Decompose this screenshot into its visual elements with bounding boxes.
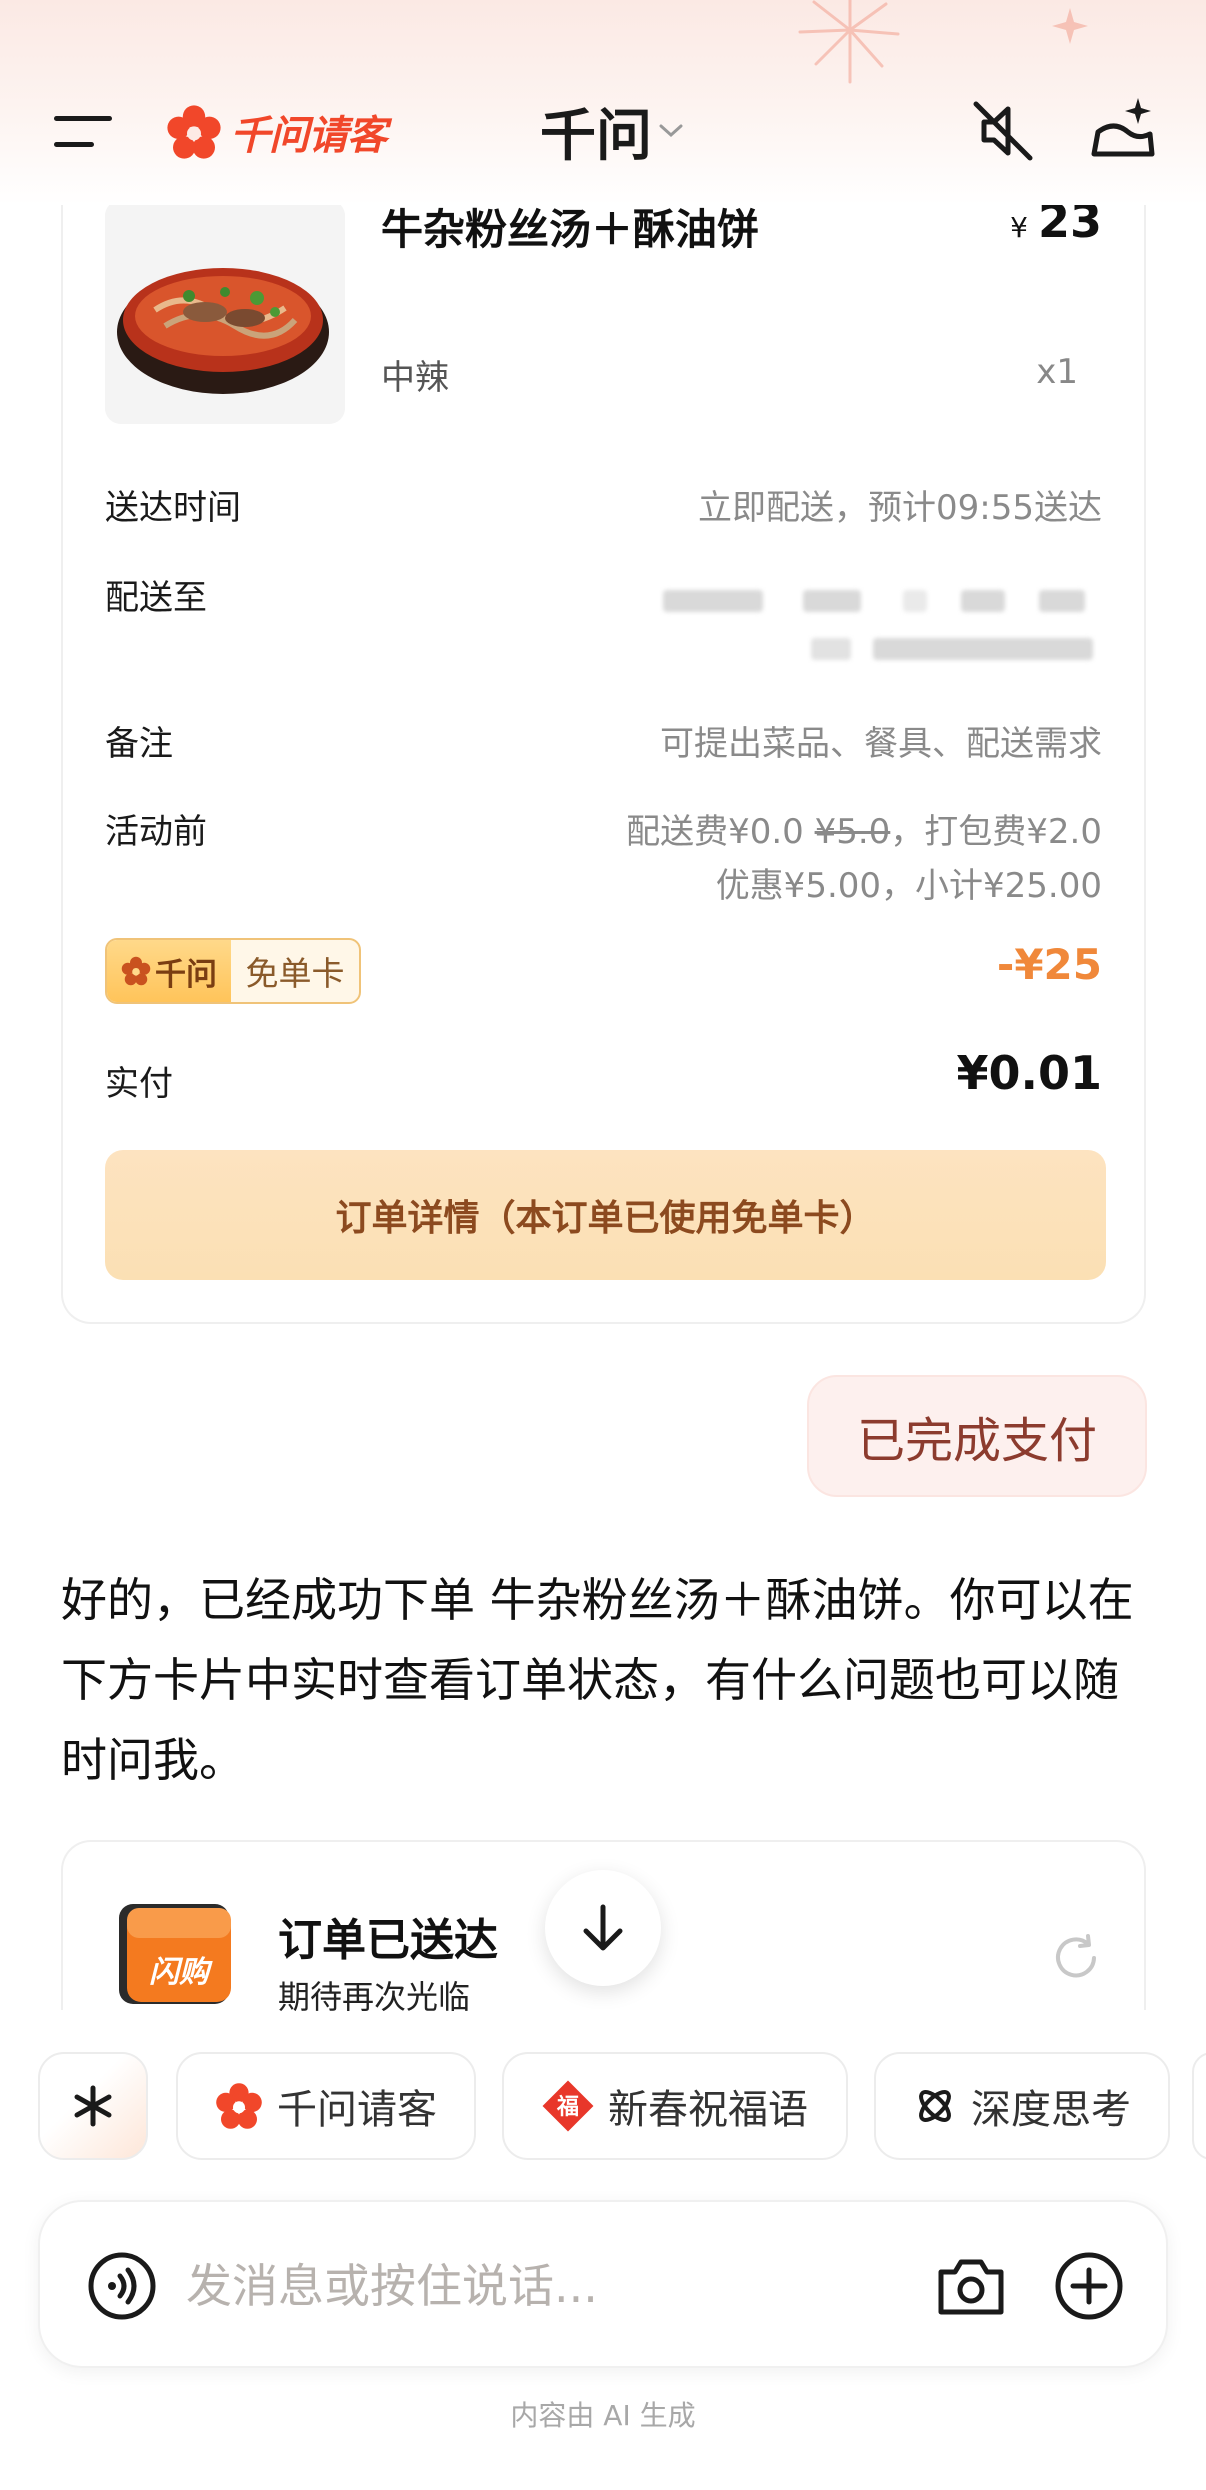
- menu-icon: [54, 116, 112, 121]
- app-screen: 牛杂粉丝汤＋酥油饼 ¥23 中辣 x1 送达时间 立即配送，预计09:55送达 …: [0, 0, 1206, 2490]
- chip-overflow[interactable]: [1192, 2052, 1206, 2160]
- badge-brand: 千问: [107, 940, 231, 1002]
- chip-label: 新春祝福语: [608, 2087, 808, 2133]
- voice-button[interactable]: [86, 2250, 158, 2322]
- flower-logo-icon: [216, 2083, 262, 2129]
- badge-label: 免单卡: [245, 954, 345, 993]
- address-label: 配送至: [105, 578, 207, 618]
- model-selector[interactable]: 千问: [540, 96, 684, 169]
- svg-text:福: 福: [556, 2095, 579, 2120]
- shangou-bag-icon: 闪购: [109, 1894, 239, 2014]
- pre-promo-label: 活动前: [105, 812, 207, 852]
- ai-reply-text: 好的，已经成功下单 牛杂粉丝汤＋酥油饼。你可以在下方卡片中实时查看订单状态，有什…: [61, 1573, 1134, 1787]
- brand-logo[interactable]: 千问请客: [166, 100, 387, 164]
- paid-label: 实付: [105, 1064, 173, 1104]
- delivery-status-title: 订单已送达: [278, 1915, 498, 1966]
- refresh-icon[interactable]: [1048, 1930, 1104, 1986]
- camera-icon: [938, 2259, 1004, 2315]
- scroll-to-bottom-button[interactable]: [545, 1870, 661, 1986]
- chip-spring-greetings[interactable]: 福 新春祝福语: [502, 2052, 848, 2160]
- plus-button[interactable]: [1053, 2250, 1125, 2322]
- deep-think-icon: [919, 2090, 951, 2122]
- mute-button[interactable]: [970, 98, 1036, 164]
- speaker-mute-icon: [973, 101, 1033, 161]
- ai-generated-note: 内容由 AI 生成: [510, 2399, 696, 2432]
- delivery-time-value: 立即配送，预计09:55送达: [698, 488, 1102, 528]
- top-header: 千问请客 千问: [0, 0, 1206, 205]
- chevron-down-icon: [659, 124, 683, 138]
- badge-brand-text: 千问: [155, 956, 217, 993]
- order-card: 牛杂粉丝汤＋酥油饼 ¥23 中辣 x1 送达时间 立即配送，预计09:55送达 …: [61, 150, 1146, 1324]
- free-order-card-badge: 千问 免单卡: [105, 938, 361, 1004]
- food-quantity: x1: [1036, 352, 1078, 392]
- voice-icon: [88, 2252, 156, 2320]
- food-image: [105, 200, 345, 424]
- note-input[interactable]: 可提出菜品、餐具、配送需求: [660, 716, 1102, 765]
- chip-deep-think[interactable]: 深度思考: [874, 2052, 1170, 2160]
- order-detail-button[interactable]: 订单详情（本订单已使用免单卡）: [105, 1150, 1106, 1280]
- food-name: 牛杂粉丝汤＋酥油饼: [381, 205, 760, 254]
- currency-symbol: ¥: [1010, 211, 1028, 244]
- chip-label: 深度思考: [971, 2087, 1131, 2133]
- fu-icon: 福: [542, 2080, 594, 2132]
- paid-amount: ¥0.01: [956, 1046, 1102, 1100]
- fee-line-2: 优惠¥5.00，小计¥25.00: [715, 866, 1102, 906]
- camera-button[interactable]: [935, 2252, 1007, 2320]
- delivery-fee: 配送费¥0.0: [626, 812, 815, 852]
- sparkle-decoration: [1052, 8, 1088, 44]
- firework-decoration: [798, 0, 900, 84]
- app-title: 千问: [540, 103, 652, 169]
- sparkle-new-chat-icon: [1091, 98, 1155, 157]
- user-message-bubble: 已完成支付: [807, 1375, 1147, 1497]
- delivery-time-label: 送达时间: [105, 488, 241, 528]
- flower-logo-icon: [167, 105, 221, 159]
- fee-line-1: 配送费¥0.0 ¥5.0，打包费¥2.0: [626, 804, 1102, 853]
- packing-fee: ，打包费¥2.0: [890, 812, 1102, 852]
- bag-label: 闪购: [149, 1955, 213, 1990]
- flower-logo-icon: [121, 956, 151, 986]
- plus-icon: [1055, 2252, 1123, 2320]
- arrow-down-icon: [583, 1904, 623, 1951]
- brand-name: 千问请客: [230, 113, 387, 159]
- composer: [38, 2200, 1168, 2368]
- note-label: 备注: [105, 724, 173, 764]
- chip-label: 千问请客: [277, 2087, 437, 2133]
- message-input[interactable]: [186, 2244, 826, 2328]
- asterisk-sparkle-icon: [74, 2085, 112, 2127]
- food-spec: 中辣: [381, 358, 449, 398]
- discount-amount: -¥25: [996, 940, 1102, 989]
- delivery-fee-original: ¥5.0: [814, 812, 891, 852]
- chip-star[interactable]: [38, 2052, 148, 2160]
- bottom-bar: 千问请客 福 新春祝福语 深度思考 发消息或按住说话... 内容由 AI 生成: [0, 2012, 1206, 2490]
- menu-button[interactable]: [54, 112, 114, 152]
- new-chat-button[interactable]: [1088, 94, 1158, 164]
- chip-qianwen-treat[interactable]: 千问请客: [176, 2052, 476, 2160]
